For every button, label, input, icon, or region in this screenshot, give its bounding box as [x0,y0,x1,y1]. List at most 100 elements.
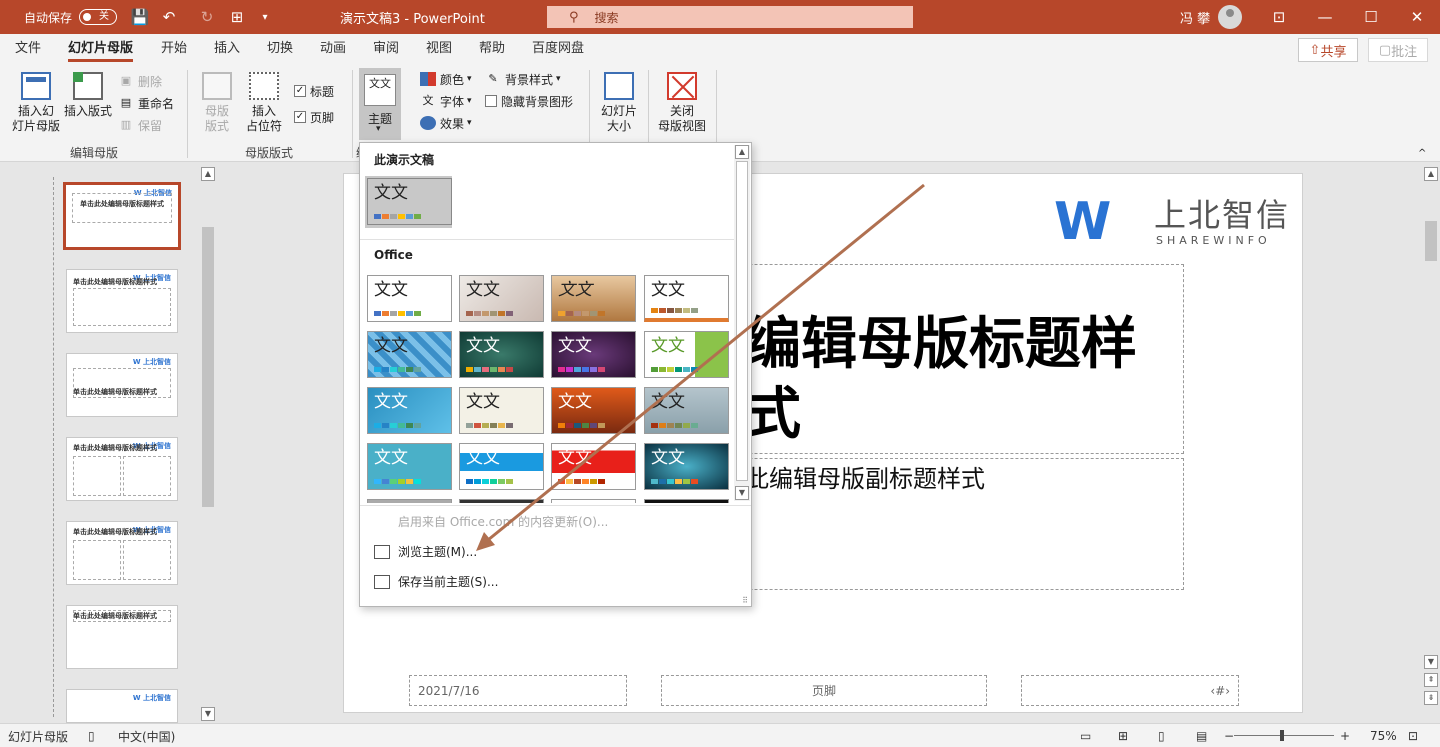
scroll-down-icon[interactable]: ▼ [735,486,749,500]
title-checkbox[interactable]: ✓ 标题 [294,76,334,106]
delete-button[interactable]: ▣ 删除 [118,70,174,92]
undo-icon[interactable]: ↶ [156,0,182,34]
tab-home[interactable]: 开始 [161,34,187,64]
background-styles-button[interactable]: ✎ 背景样式 ▾ [485,68,573,90]
zoom-level[interactable]: 75% [1370,724,1397,747]
redo-icon[interactable]: ↻ [194,0,220,34]
thumbnail-layout[interactable]: W 上北智信 单击此处编辑母版标题样式 [66,437,178,501]
effects-button[interactable]: 效果 ▾ [420,112,472,134]
rename-button[interactable]: ▤ 重命名 [118,92,174,114]
fonts-button[interactable]: 文字体 ▾ [420,90,472,112]
scrollbar-thumb[interactable] [1425,221,1437,261]
tab-baidu-netdisk[interactable]: 百度网盘 [532,34,584,64]
slide-scrollbar[interactable]: ▲ ▼ ⇞ ⇟ [1423,167,1440,723]
comments-button[interactable]: ▢ 批注 [1368,38,1428,62]
master-layout-button[interactable]: 母版 版式 [196,72,238,134]
thumbnail-layout[interactable]: W 上北智信 单击此处编辑母版标题样式 [66,269,178,333]
theme-tile[interactable]: 文文 [644,331,729,378]
themes-scrollbar[interactable]: ▲ ▼ [734,145,750,501]
language-indicator[interactable]: 中文(中国) [118,724,175,747]
ribbon-display-icon[interactable]: ⊡ [1256,0,1302,34]
slide-size-button[interactable]: 幻灯片 大小 [596,72,642,134]
insert-layout-button[interactable]: 插入版式 [62,72,114,119]
tab-review[interactable]: 审阅 [373,34,399,64]
autosave-toggle[interactable]: 关 [79,9,117,25]
slide-sorter-icon[interactable]: ⊞ [1118,724,1128,747]
themes-button[interactable]: 文文 主题 ▾ [359,68,401,140]
zoom-slider[interactable] [1234,735,1334,736]
thumbnail-layout[interactable]: W 上北智信 单击此处编辑母版标题样式 [66,521,178,585]
share-button[interactable]: ⇧ 共享 [1298,38,1358,62]
theme-tile[interactable]: 文文 [551,443,636,490]
theme-tile[interactable]: 文文 [459,331,544,378]
theme-tile[interactable] [459,499,544,503]
user-name[interactable]: 冯 攀 [1180,0,1210,34]
scroll-up-icon[interactable]: ▲ [735,145,749,159]
enable-office-updates-item[interactable]: 启用来自 Office.com 的内容更新(O)... [398,513,608,530]
insert-placeholder-button[interactable]: 插入 占位符 [240,72,288,134]
theme-tile[interactable] [367,499,452,503]
tab-view[interactable]: 视图 [426,34,452,64]
resize-grip-icon[interactable]: ⠿ [742,596,748,605]
normal-view-icon[interactable]: ▭ [1080,724,1091,747]
zoom-slider-knob[interactable] [1280,730,1284,741]
zoom-out-icon[interactable]: − [1224,724,1234,747]
tab-slide-master[interactable]: 幻灯片母版 [68,34,134,64]
browse-themes-item[interactable]: 浏览主题(M)... [374,543,477,560]
thumbnail-layout[interactable]: 单击此处编辑母版标题样式 [66,605,178,669]
collapse-ribbon-icon[interactable]: ^ [1418,148,1426,159]
close-icon[interactable]: ✕ [1394,0,1440,34]
accessibility-icon[interactable]: ▯ [88,724,95,747]
theme-tile[interactable]: 文文 [644,387,729,434]
scroll-down-icon[interactable]: ▼ [1424,655,1438,669]
theme-tile[interactable]: 文文 [367,387,452,434]
tab-transitions[interactable]: 切换 [267,34,293,64]
search-input[interactable]: ⚲ 搜索 [547,6,913,28]
theme-tile[interactable]: 文文 [644,275,729,322]
preserve-button[interactable]: ▥ 保留 [118,114,174,136]
save-icon[interactable]: 💾 [127,0,153,34]
scroll-up-icon[interactable]: ▲ [201,167,215,181]
scrollbar-thumb[interactable] [736,161,748,481]
zoom-in-icon[interactable]: + [1340,724,1350,747]
thumbnail-master[interactable]: W 上北智信 单击此处编辑母版标题样式 [63,182,181,250]
tab-file[interactable]: 文件 [15,34,41,64]
present-icon[interactable]: ⊞ [224,0,250,34]
theme-tile[interactable]: 文文 [459,443,544,490]
theme-tile[interactable]: 文文 [367,331,452,378]
insert-slide-master-button[interactable]: 插入幻 灯片母版 [8,72,64,134]
previous-slide-icon[interactable]: ⇞ [1424,673,1438,687]
footer-placeholder[interactable]: 页脚 [661,675,987,706]
scrollbar-thumb[interactable] [202,227,214,507]
slide-number-placeholder[interactable]: ‹#› [1021,675,1239,706]
maximize-icon[interactable]: ☐ [1348,0,1394,34]
tab-animations[interactable]: 动画 [320,34,346,64]
reading-view-icon[interactable]: ▯ [1158,724,1165,747]
save-current-theme-item[interactable]: 保存当前主题(S)... [374,573,498,590]
customize-qat-icon[interactable]: ▾ [252,0,278,34]
hide-bg-graphics-checkbox[interactable]: 隐藏背景图形 [485,90,573,112]
theme-tile[interactable]: 文文 [459,387,544,434]
scroll-down-icon[interactable]: ▼ [201,707,215,721]
theme-tile-current[interactable]: 文文 [367,178,452,225]
theme-tile[interactable]: 文文 [644,443,729,490]
slideshow-icon[interactable]: ▤ [1196,724,1207,747]
minimize-icon[interactable]: — [1302,0,1348,34]
theme-tile[interactable]: 文文 [367,443,452,490]
theme-tile[interactable] [644,499,729,503]
thumbnail-layout[interactable]: W 上北智信 [66,689,178,723]
theme-tile[interactable]: 文文 [367,275,452,322]
colors-button[interactable]: 颜色 ▾ [420,68,472,90]
theme-tile[interactable]: 文文 [459,275,544,322]
theme-tile[interactable]: 文文 [551,331,636,378]
footer-checkbox[interactable]: ✓ 页脚 [294,106,334,128]
fit-to-window-icon[interactable]: ⊡ [1408,724,1418,747]
thumbnail-layout[interactable]: W 上北智信 单击此处编辑母版标题样式 [66,353,178,417]
close-master-view-button[interactable]: 关闭 母版视图 [654,72,710,134]
scroll-up-icon[interactable]: ▲ [1424,167,1438,181]
theme-tile[interactable] [551,499,636,503]
theme-tile[interactable]: 文文 [551,387,636,434]
theme-tile[interactable]: 文文 [551,275,636,322]
date-placeholder[interactable]: 2021/7/16 [409,675,627,706]
tab-help[interactable]: 帮助 [479,34,505,64]
